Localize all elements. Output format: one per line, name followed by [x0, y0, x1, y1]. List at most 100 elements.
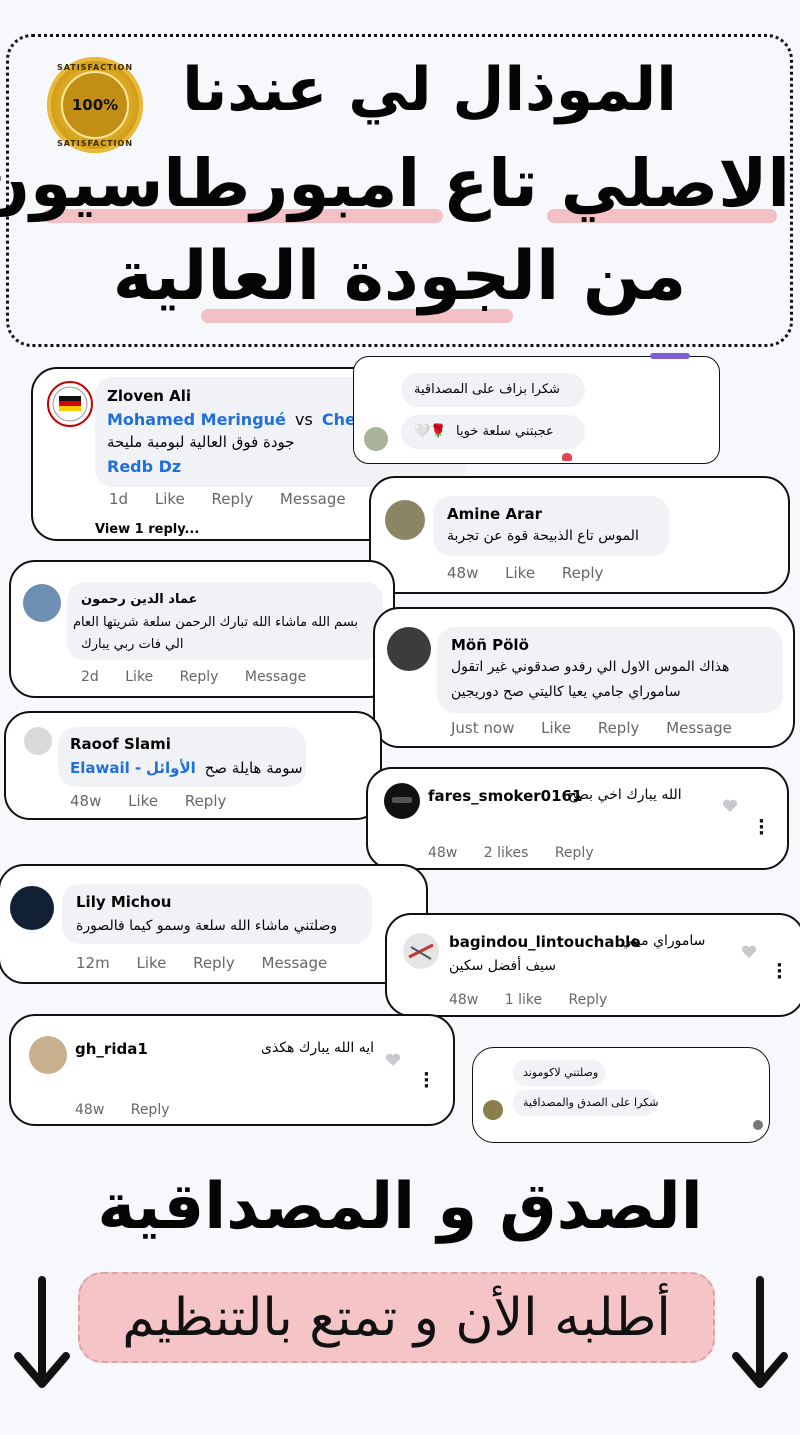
message-button[interactable]: Message [262, 954, 328, 972]
more-options-icon[interactable]: · · · [423, 1066, 430, 1096]
comment-card-lily: Lily Michou وصلتني ماشاء الله سلعة وسمو … [0, 864, 428, 984]
comment-line: Elawail - سومة هايلة صح الأوائل [70, 759, 307, 777]
seal-text: 100% [71, 96, 119, 114]
avatar[interactable] [384, 783, 420, 819]
heart-icon[interactable] [385, 1053, 401, 1067]
comment-actions: 48w 1 like Reply [449, 992, 629, 1008]
reply-button[interactable]: Reply [185, 792, 227, 810]
like-button[interactable]: Like [128, 792, 158, 810]
mention-link[interactable]: الأوائل [146, 759, 196, 777]
more-options-icon[interactable]: · · · [758, 813, 765, 843]
like-button[interactable]: Like [125, 669, 153, 685]
like-button[interactable]: Like [136, 954, 166, 972]
comment-card-raoof: Raoof Slami Elawail - سومة هايلة صح الأو… [4, 711, 382, 820]
avatar[interactable] [29, 1036, 67, 1074]
comment-actions: 48w Like Reply [70, 792, 248, 810]
likes-count[interactable]: 2 likes [484, 845, 529, 861]
comment-card-ghrida: gh_rida1 ايه الله يبارك هكذى · · · 48w Rep… [9, 1014, 455, 1126]
chat-text: وصلتني لاكوموند [523, 1066, 599, 1079]
avatar[interactable] [23, 584, 61, 622]
reply-button[interactable]: Reply [562, 564, 604, 582]
comment-card-monpolo: Möñ Pölö هذاك الموس الاول الي رفدو صدقون… [373, 607, 795, 748]
headline-box: الموذال لي عندنا الاصلي تاع امبورطاسيون … [0, 34, 793, 347]
arrow-down-icon [732, 1276, 788, 1388]
comment-actions: 48w Reply [75, 1102, 192, 1118]
reply-button[interactable]: Reply [212, 490, 254, 508]
heart-icon [562, 453, 572, 461]
footer-title: الصدق و المصداقية [97, 1170, 703, 1244]
avatar[interactable] [10, 886, 54, 930]
timestamp: 48w [449, 992, 479, 1008]
reply-button[interactable]: Reply [555, 845, 594, 861]
commenter-name[interactable]: gh_rida1 [75, 1040, 148, 1058]
like-button[interactable]: Like [155, 490, 185, 508]
heart-icon[interactable] [741, 945, 757, 959]
status-dot [753, 1120, 763, 1130]
comment-text: الموس تاع الذبيحة قوة عن تجربة [447, 528, 639, 544]
avatar[interactable] [403, 933, 439, 969]
comment-text: ايه الله يبارك هكذى [261, 1040, 375, 1056]
like-button[interactable]: Like [541, 719, 571, 737]
chat-text: عجبتني سلعة خويا [456, 424, 554, 439]
view-replies-link[interactable]: View 1 reply... [95, 522, 199, 537]
comment-card-fares: fares_smoker0161 الله يبارك اخي بصح · · · … [366, 767, 789, 870]
comment-text: الي فات ربي يبارك [81, 637, 184, 652]
timestamp: 48w [75, 1102, 105, 1118]
headline-line-2: الاصلي تاع امبورطاسيون [0, 145, 790, 222]
message-button[interactable]: Message [280, 490, 346, 508]
avatar[interactable] [364, 427, 388, 451]
timestamp: 2d [81, 669, 99, 685]
comment-text: وصلتني ماشاء الله سلعة وسمو كيما فالصورة [76, 918, 338, 934]
avatar[interactable] [24, 727, 52, 755]
satisfaction-seal-icon: SATISFACTION 100% SATISFACTION [47, 57, 143, 153]
comment-card-chat: وصلتني لاكوموند شكرا على الصدق والمصداقي… [472, 1047, 770, 1143]
like-button[interactable]: Like [505, 564, 535, 582]
message-button[interactable]: Message [245, 669, 306, 685]
message-button[interactable]: Message [666, 719, 732, 737]
cta-text: أطلبه الأن و تمتع بالتنظيم [122, 1287, 671, 1348]
chat-text: شكرا بزاف على المصداقية [414, 382, 560, 397]
comment-text: بسم الله ماشاء الله تبارك الرحمن سلعة شر… [73, 615, 359, 630]
mention-link[interactable]: Redb Dz [107, 457, 181, 476]
mention-link[interactable]: Chemse [322, 410, 357, 429]
comment-card-thanks: شكرا بزاف على المصداقية 🤍🌹 عجبتني سلعة خ… [353, 353, 720, 464]
reply-button[interactable]: Reply [180, 669, 219, 685]
likes-count[interactable]: 1 like [505, 992, 542, 1008]
comment-actions: 2d Like Reply Message [81, 669, 328, 685]
reply-button[interactable]: Reply [131, 1102, 170, 1118]
avatar[interactable] [387, 627, 431, 671]
comment-card-bagindou: bagindou_lintouchable ساموراي ميني سيف أ… [385, 913, 800, 1017]
reply-button[interactable]: Reply [598, 719, 640, 737]
comment-actions: 1d Like Reply Message [109, 490, 368, 508]
commenter-name[interactable]: Möñ Pölö [451, 636, 529, 654]
order-now-button[interactable]: أطلبه الأن و تمتع بالتنظيم [78, 1272, 715, 1363]
comment-text: جودة فوق العالية لبومبة مليحة [107, 433, 295, 451]
headline-line-3: من الجودة العالية [112, 237, 687, 316]
reply-button[interactable]: Reply [569, 992, 608, 1008]
chat-text: شكرا على الصدق والمصداقية [523, 1096, 659, 1109]
more-options-icon[interactable]: · · · [776, 957, 783, 987]
chat-emoji: 🤍🌹 [414, 424, 447, 439]
reply-button[interactable]: Reply [193, 954, 235, 972]
commenter-name[interactable]: Lily Michou [76, 893, 171, 911]
commenter-name[interactable]: Zloven Ali [107, 387, 191, 405]
avatar[interactable] [385, 500, 425, 540]
mention-link[interactable]: Mohamed Meringué [107, 410, 286, 429]
commenter-name[interactable]: bagindou_lintouchable [449, 933, 641, 951]
heart-icon[interactable] [722, 799, 738, 813]
mention-link[interactable]: Elawail - [70, 759, 141, 777]
commenter-name[interactable]: Amine Arar [447, 505, 542, 523]
timestamp: 48w [70, 792, 102, 810]
comment-text: ساموراي ميني [621, 933, 706, 949]
avatar[interactable] [47, 381, 93, 427]
comment-card-amine: Amine Arar الموس تاع الذبيحة قوة عن تجرب… [369, 476, 790, 594]
seal-arc-bottom: SATISFACTION [56, 139, 134, 148]
avatar[interactable] [483, 1100, 503, 1120]
comment-text: ساموراي جامي يعيا كاليتي صح دوريجين [451, 684, 681, 700]
commenter-name[interactable]: fares_smoker0161 [428, 787, 582, 805]
commenter-name[interactable]: عماد الدين رحمون [81, 592, 197, 607]
timestamp: 48w [428, 845, 458, 861]
seal-center: 100% [61, 71, 129, 139]
comment-card-imad: عماد الدين رحمون بسم الله ماشاء الله تبا… [9, 560, 395, 698]
commenter-name[interactable]: Raoof Slami [70, 735, 171, 753]
